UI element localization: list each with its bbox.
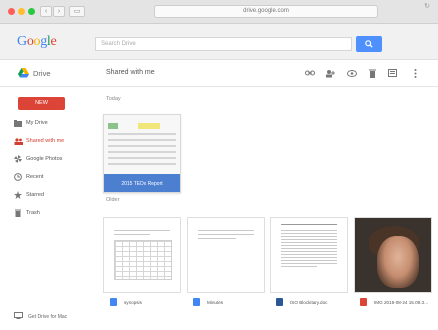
window-zoom-button[interactable] xyxy=(28,8,35,15)
folder-icon xyxy=(10,119,26,127)
link-icon[interactable] xyxy=(304,68,315,78)
reload-icon[interactable]: ↻ xyxy=(424,2,430,10)
trash-icon[interactable] xyxy=(367,68,378,78)
sidebar-item-label: Starred xyxy=(26,192,45,198)
sidebar-item-label: Recent xyxy=(26,174,44,180)
file-card-photo[interactable] xyxy=(354,217,432,293)
drive-toolbar: Drive Shared with me xyxy=(0,60,438,87)
file-name-label: ISO Blockitary.doc xyxy=(290,299,328,305)
sidebar-item-recent[interactable]: Recent xyxy=(10,171,94,183)
image-file-icon xyxy=(360,297,367,306)
file-area: Today 2015 TEDx Report Older synopsis Mi… xyxy=(96,87,438,330)
file-card[interactable] xyxy=(187,217,265,293)
sidebar-item-label: Shared with me xyxy=(26,138,65,144)
clock-icon xyxy=(10,173,26,181)
address-text: drive.google.com xyxy=(243,8,289,14)
get-drive-link[interactable]: Get Drive for Mac xyxy=(14,312,67,321)
spreadsheet-thumbnail xyxy=(104,115,180,174)
browser-chrome: ‹ › ▭ drive.google.com ↻ xyxy=(0,0,438,24)
forward-button[interactable]: › xyxy=(53,6,65,17)
sidebar: NEW My Drive Shared with me Google Photo… xyxy=(0,87,96,330)
file-card[interactable] xyxy=(103,217,181,293)
computer-icon xyxy=(14,312,28,321)
people-icon xyxy=(10,137,26,145)
google-doc-icon xyxy=(110,297,117,306)
file-name[interactable]: IMG 2015-08-24 15.09.3… xyxy=(360,297,429,307)
page-title: Shared with me xyxy=(106,69,155,76)
sidebar-item-label: My Drive xyxy=(26,120,48,126)
sidebar-item-label: Trash xyxy=(26,210,40,216)
get-drive-label: Get Drive for Mac xyxy=(28,313,68,320)
search-button[interactable] xyxy=(356,36,382,52)
app-title[interactable]: Drive xyxy=(33,69,51,78)
google-header: Google Search Drive xyxy=(0,24,438,60)
group-label-today: Today xyxy=(106,96,121,102)
pinwheel-icon xyxy=(10,155,26,163)
add-people-icon[interactable] xyxy=(324,68,335,78)
sidebar-item-google-photos[interactable]: Google Photos xyxy=(10,153,94,165)
file-name-label: IMG 2015-08-24 15.09.3… xyxy=(374,299,429,305)
document-table-thumbnail xyxy=(114,240,172,280)
address-bar[interactable]: drive.google.com xyxy=(154,5,378,18)
google-logo[interactable]: Google xyxy=(17,34,57,50)
preview-icon[interactable] xyxy=(346,68,357,78)
word-doc-icon xyxy=(276,297,283,306)
search-icon xyxy=(365,40,373,48)
file-name[interactable]: synopsis xyxy=(110,297,142,307)
file-card-today[interactable]: 2015 TEDx Report xyxy=(103,114,181,193)
sidebar-item-my-drive[interactable]: My Drive xyxy=(10,117,94,129)
new-button[interactable]: NEW xyxy=(18,97,65,110)
sidebar-item-trash[interactable]: Trash xyxy=(10,207,94,219)
google-doc-icon xyxy=(193,297,200,306)
file-name[interactable]: Minutes xyxy=(193,297,223,307)
sidebar-toggle-button[interactable]: ▭ xyxy=(69,6,85,17)
details-icon[interactable] xyxy=(387,68,398,78)
file-name-label: synopsis xyxy=(124,299,142,305)
trash-icon xyxy=(10,209,26,217)
more-options-icon[interactable] xyxy=(410,68,421,78)
sidebar-item-label: Google Photos xyxy=(26,156,63,162)
star-icon xyxy=(10,191,26,199)
back-button[interactable]: ‹ xyxy=(40,6,52,17)
drive-logo-icon[interactable] xyxy=(18,68,29,78)
file-name-label: Minutes xyxy=(207,299,224,305)
search-input[interactable]: Search Drive xyxy=(95,37,352,51)
search-placeholder: Search Drive xyxy=(101,41,136,47)
window-close-button[interactable] xyxy=(8,8,15,15)
file-card-title: 2015 TEDx Report xyxy=(104,174,180,192)
group-label-older: Older xyxy=(106,197,120,203)
sidebar-item-shared-with-me[interactable]: Shared with me xyxy=(10,135,94,147)
file-name[interactable]: ISO Blockitary.doc xyxy=(276,297,327,307)
sidebar-item-starred[interactable]: Starred xyxy=(10,189,94,201)
window-minimize-button[interactable] xyxy=(18,8,25,15)
file-card[interactable] xyxy=(270,217,348,293)
